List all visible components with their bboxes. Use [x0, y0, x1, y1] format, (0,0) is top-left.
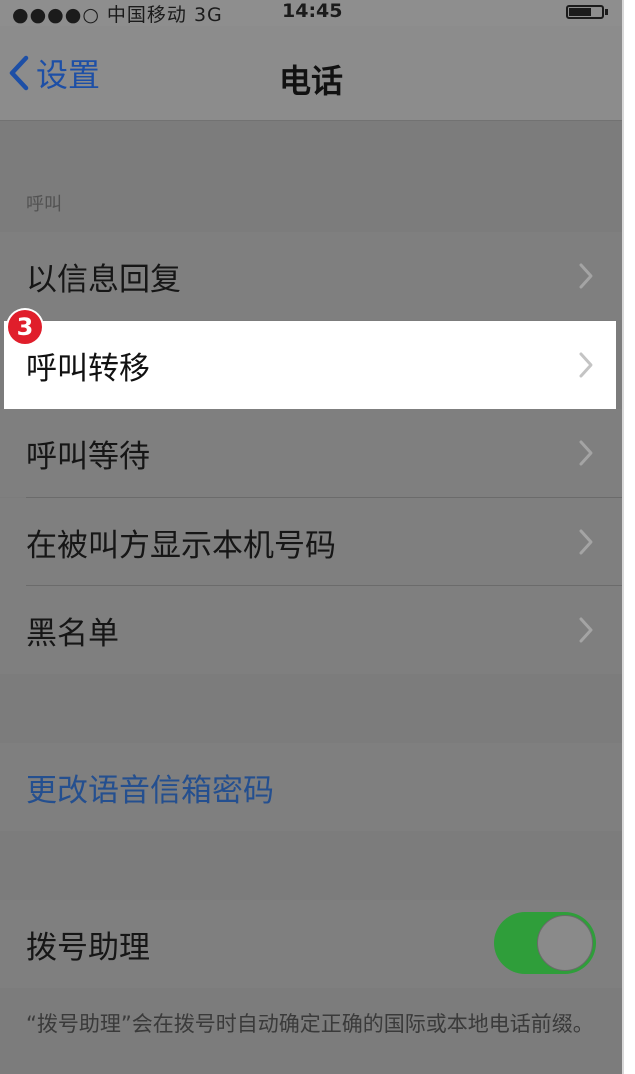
row-call-forwarding[interactable]: 呼叫转移	[4, 321, 616, 409]
row-dial-assist: 拨号助理	[0, 900, 622, 988]
page-edge	[622, 0, 635, 1074]
row-label: 在被叫方显示本机号码	[26, 528, 336, 564]
battery-icon	[566, 5, 608, 19]
voicemail-link-label: 更改语音信箱密码	[26, 773, 274, 809]
section-header-calls: 呼叫	[26, 194, 62, 215]
row-change-voicemail-password[interactable]: 更改语音信箱密码	[0, 743, 622, 831]
status-time: 14:45	[282, 0, 343, 22]
chevron-right-icon	[579, 617, 593, 643]
chevron-right-icon	[579, 263, 593, 289]
row-label: 以信息回复	[26, 262, 181, 298]
status-bar: ●●●●○ 中国移动 3G 14:45	[0, 0, 622, 26]
phone-screen: ●●●●○ 中国移动 3G 14:45 设置 电话 呼叫 以信息回复 呼叫转移 …	[0, 0, 622, 1074]
navigation-bar: 设置 电话	[0, 26, 622, 121]
dial-assist-footnote: “拨号助理”会在拨号时自动确定正确的国际或本地电话前缀。	[26, 1012, 594, 1036]
dial-assist-toggle[interactable]	[494, 912, 596, 974]
carrier-signal: ●●●●○ 中国移动 3G	[12, 4, 223, 26]
chevron-right-icon	[579, 529, 593, 555]
row-reply-with-message[interactable]: 以信息回复	[0, 232, 622, 320]
row-label: 呼叫转移	[26, 351, 150, 387]
chevron-right-icon	[579, 352, 593, 378]
chevron-right-icon	[579, 440, 593, 466]
row-blacklist[interactable]: 黑名单	[0, 586, 622, 674]
row-show-caller-id[interactable]: 在被叫方显示本机号码	[0, 498, 622, 586]
step-number-badge: 3	[8, 310, 42, 344]
row-label: 呼叫等待	[26, 439, 150, 475]
row-label: 黑名单	[26, 616, 119, 652]
toggle-knob	[537, 915, 593, 971]
page-title: 电话	[278, 62, 343, 100]
row-label: 拨号助理	[26, 930, 150, 966]
row-call-waiting[interactable]: 呼叫等待	[0, 409, 622, 497]
